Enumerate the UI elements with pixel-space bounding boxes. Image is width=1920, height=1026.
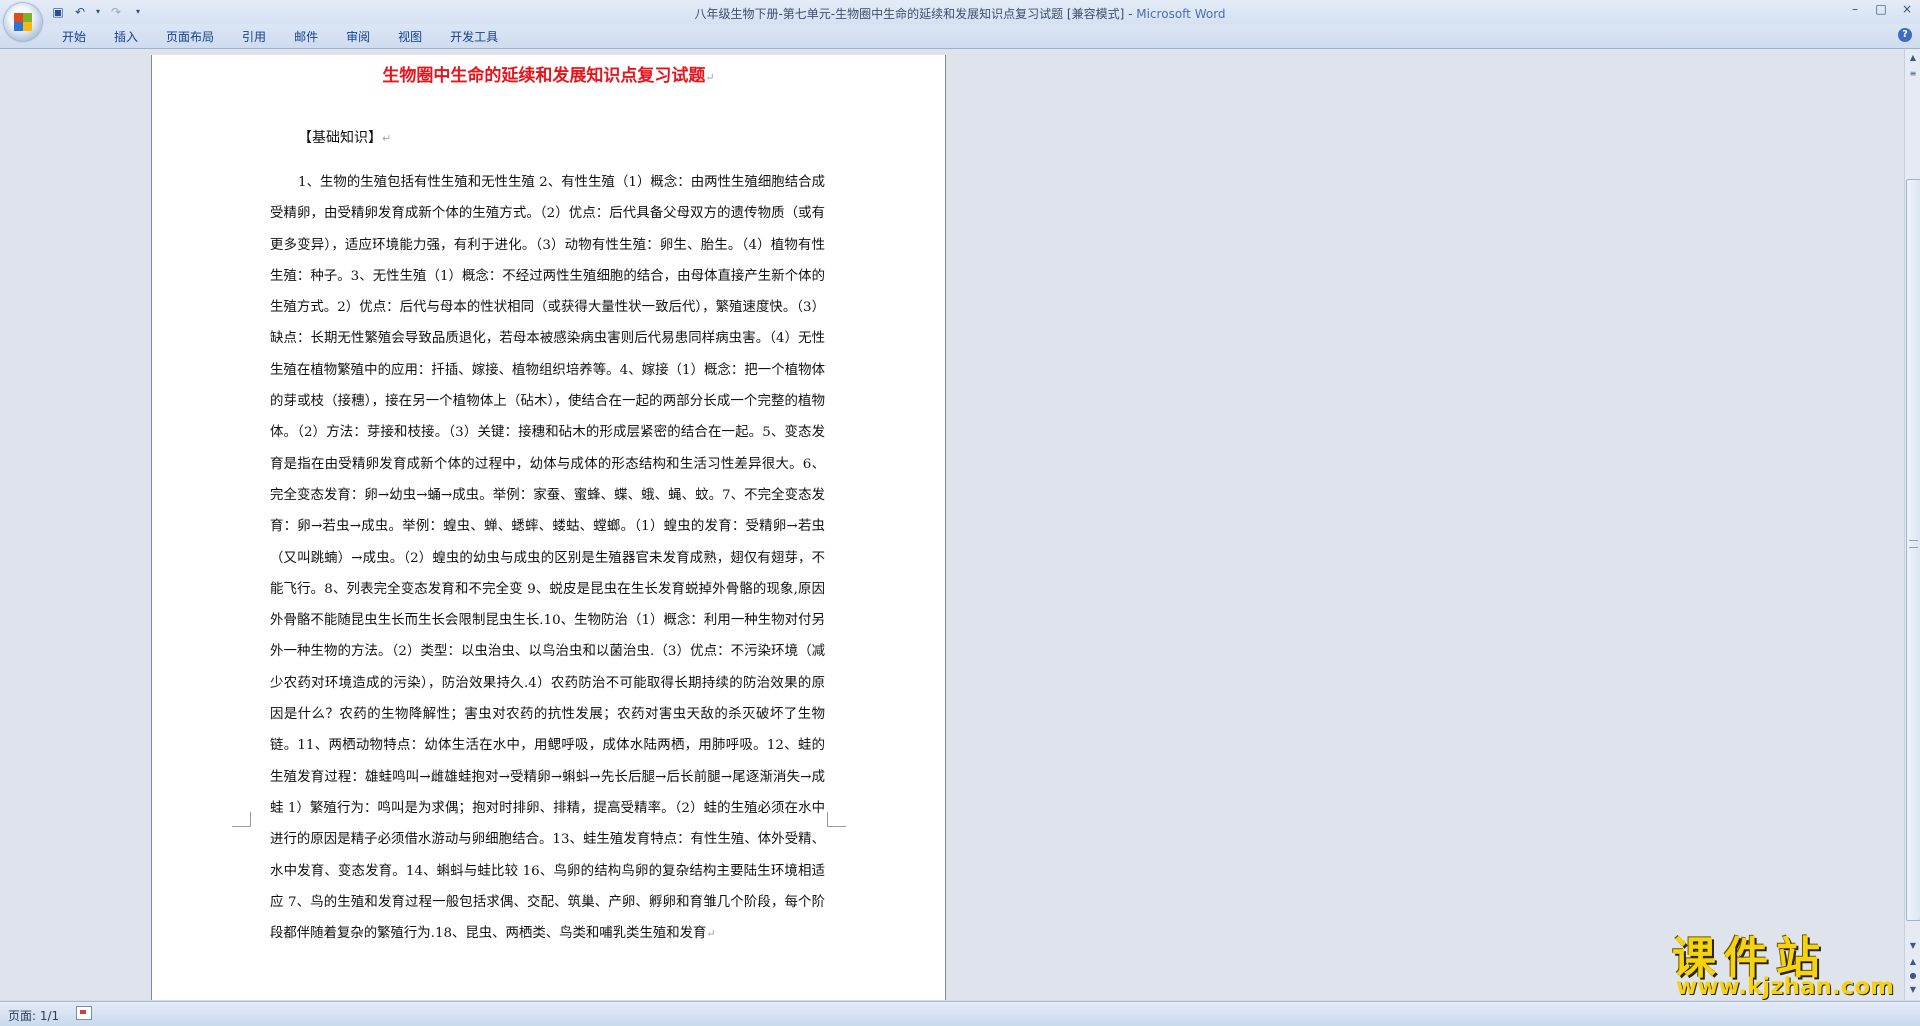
office-button[interactable]	[4, 3, 42, 41]
tab-references[interactable]: 引用	[228, 29, 280, 47]
next-page-icon[interactable]: ▼	[1906, 983, 1920, 997]
document-page[interactable]: 生物圈中生命的延续和发展知识点复习试题↵ 【基础知识】↵ 1、生物的生殖包括有性…	[152, 55, 945, 1000]
scroll-down-icon[interactable]: ▼	[1906, 939, 1920, 953]
scroll-grip-icon	[1909, 540, 1918, 548]
paragraph-mark: ↵	[705, 71, 715, 84]
paragraph-mark: ↵	[706, 927, 716, 941]
body-paragraph-text: 1、生物的生殖包括有性生殖和无性生殖 2、有性生殖（1）概念：由两性生殖细胞结合…	[270, 175, 825, 942]
tab-review[interactable]: 审阅	[332, 29, 384, 47]
tab-mailings[interactable]: 邮件	[280, 29, 332, 47]
title-bar: ▣ ↶ ▾ ↷ ▾ 八年级生物下册-第七单元-生物圈中生命的延续和发展知识点复习…	[0, 0, 1920, 24]
crop-mark-right	[827, 812, 846, 827]
tab-home[interactable]: 开始	[48, 29, 100, 47]
tab-page-layout[interactable]: 页面布局	[152, 29, 228, 47]
tab-insert[interactable]: 插入	[100, 29, 152, 47]
scroll-up-icon[interactable]: ▲	[1906, 51, 1920, 65]
office-logo-icon	[14, 13, 32, 31]
minimize-button[interactable]: –	[1842, 0, 1868, 20]
browse-object-icon[interactable]: ●	[1906, 969, 1920, 983]
watermark-url: www.kjzhan.com	[1676, 974, 1894, 1000]
previous-page-icon[interactable]: ▲	[1906, 955, 1920, 969]
ribbon-tabs: 开始 插入 页面布局 引用 邮件 审阅 视图 开发工具	[48, 29, 512, 47]
document-area: 生物圈中生命的延续和发展知识点复习试题↵ 【基础知识】↵ 1、生物的生殖包括有性…	[0, 49, 1904, 1000]
tab-view[interactable]: 视图	[384, 29, 436, 47]
app-name: Microsoft Word	[1136, 7, 1226, 21]
document-name: 八年级生物下册-第七单元-生物圈中生命的延续和发展知识点复习试题 [兼容模式] …	[694, 7, 1137, 21]
section-heading: 【基础知识】↵	[298, 127, 391, 147]
document-title-text: 生物圈中生命的延续和发展知识点复习试题	[382, 66, 706, 86]
paragraph-mark: ↵	[382, 132, 392, 145]
ruler-toggle-icon[interactable]: ≡	[1906, 67, 1920, 81]
crop-mark-left	[232, 812, 251, 827]
status-bar: 页面: 1/1	[0, 1001, 1920, 1026]
help-icon[interactable]: ?	[1898, 28, 1912, 42]
scroll-thumb[interactable]	[1906, 179, 1920, 921]
section-heading-text: 【基础知识】	[298, 130, 382, 146]
close-button[interactable]: ×	[1894, 0, 1920, 20]
document-title: 生物圈中生命的延续和发展知识点复习试题↵	[152, 61, 945, 86]
maximize-button[interactable]: □	[1868, 0, 1894, 20]
window-title: 八年级生物下册-第七单元-生物圈中生命的延续和发展知识点复习试题 [兼容模式] …	[0, 5, 1920, 22]
proofing-icon[interactable]	[76, 1006, 92, 1020]
page-count[interactable]: 页面: 1/1	[8, 1007, 59, 1024]
vertical-scrollbar[interactable]: ▲ ≡ ▼ ▲ ● ▼	[1904, 49, 1920, 1000]
ribbon-tab-bar: 开始 插入 页面布局 引用 邮件 审阅 视图 开发工具 ?	[0, 24, 1920, 49]
window-controls: – □ ×	[1842, 0, 1920, 20]
tab-developer[interactable]: 开发工具	[436, 29, 512, 47]
body-paragraph: 1、生物的生殖包括有性生殖和无性生殖 2、有性生殖（1）概念：由两性生殖细胞结合…	[270, 167, 825, 949]
